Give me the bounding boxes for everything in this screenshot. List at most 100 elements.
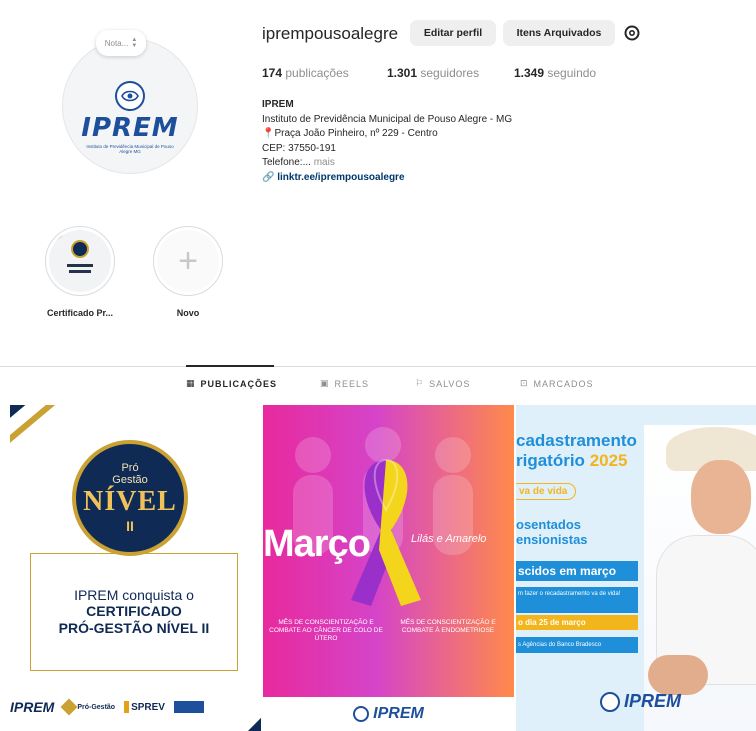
note-placeholder: Nota... bbox=[104, 38, 129, 48]
post-subheadline-line: ensionistas bbox=[516, 532, 588, 547]
post-footer-logo: IPREM bbox=[600, 691, 681, 712]
archived-items-button[interactable]: Itens Arquivados bbox=[503, 20, 615, 46]
post-caption-endometriose: MÊS DE CONSCIENTIZAÇÃO E COMBATE À ENDOM… bbox=[400, 619, 496, 634]
bookmark-icon: ⚐ bbox=[415, 378, 425, 388]
sprev-logo: SPREV bbox=[124, 701, 165, 713]
post-headline: cadastramento bbox=[516, 431, 637, 450]
post-subheadline-line: osentados bbox=[516, 517, 582, 532]
following-count: 1.349 bbox=[514, 66, 545, 80]
highlight-ring: + bbox=[153, 226, 223, 296]
pin-icon: 📍 bbox=[262, 128, 275, 139]
post-headline-year: 2025 bbox=[589, 451, 628, 470]
highlight-ring bbox=[45, 226, 115, 296]
hand-shape bbox=[648, 655, 708, 695]
decor-stripe bbox=[10, 405, 72, 450]
tab-saved[interactable]: ⚐ SALVOS bbox=[415, 378, 470, 389]
gov-logo bbox=[173, 701, 204, 713]
post-date-banner: o dia 25 de março bbox=[516, 615, 638, 630]
tab-label: SALVOS bbox=[429, 378, 471, 389]
post-caption-cancer: MÊS DE CONSCIENTIZAÇÃO E COMBATE AO CÂNC… bbox=[269, 619, 383, 642]
tagged-icon: ⊡ bbox=[520, 378, 529, 388]
highlight-text-line bbox=[67, 264, 93, 267]
post-marco-lilas-amarelo[interactable]: Março Lilás e Amarelo MÊS DE CONSCIENTIZ… bbox=[263, 405, 514, 731]
active-tab-indicator bbox=[186, 365, 274, 367]
stat-following[interactable]: 1.349 seguindo bbox=[514, 66, 596, 80]
iprem-emblem-icon bbox=[600, 691, 620, 712]
partner-logos: IPREM Pró-Gestão SPREV bbox=[10, 698, 261, 716]
bio-name: IPREM bbox=[262, 99, 294, 110]
badge-small-text: Pró bbox=[121, 462, 139, 474]
post-headline-2: rigatório 2025 bbox=[516, 451, 628, 470]
tab-reels[interactable]: ▣ REELS bbox=[320, 378, 369, 389]
bio-address: Praça João Pinheiro, nº 229 - Centro bbox=[274, 128, 438, 139]
profile-username: iprempousoalegre bbox=[262, 24, 399, 43]
pro-gestao-logo: Pró-Gestão bbox=[60, 698, 116, 716]
tab-tagged[interactable]: ⊡ MARCADOS bbox=[520, 378, 594, 389]
post-pill: va de vida bbox=[516, 483, 577, 500]
pro-gestao-text: Pró-Gestão bbox=[77, 703, 116, 711]
note-bubble[interactable]: Nota... ▲ ▼ bbox=[96, 30, 146, 56]
post-headline-strong: PRÓ-GESTÃO NÍVEL II bbox=[58, 620, 210, 636]
badge-roman-text: II bbox=[126, 518, 134, 534]
bio-link-row[interactable]: 🔗 linktr.ee/iprempousoalegre bbox=[262, 171, 682, 186]
bio-more-link[interactable]: mais bbox=[314, 157, 335, 168]
posts-count: 174 bbox=[262, 66, 283, 80]
tabs-divider bbox=[0, 366, 756, 367]
tab-label: PUBLICAÇÕES bbox=[200, 378, 278, 389]
bio-address-row: 📍Praça João Pinheiro, nº 229 - Centro bbox=[262, 127, 682, 142]
iprem-logo: IPREM bbox=[10, 699, 55, 715]
bio-phone-row: Telefone:... mais bbox=[262, 156, 682, 171]
profile-avatar[interactable]: IPREM Instituto de Previdência Municipal… bbox=[62, 38, 198, 174]
certificate-badge-icon bbox=[71, 240, 89, 258]
edit-profile-button[interactable]: Editar perfil bbox=[410, 20, 496, 46]
post-info-text: m fazer o recadastramento va de vida! bbox=[516, 587, 638, 613]
avatar: IPREM Instituto de Previdência Municipal… bbox=[62, 38, 198, 174]
stat-posts[interactable]: 174 publicações bbox=[262, 66, 349, 80]
bio-cep: CEP: 37550-191 bbox=[262, 142, 336, 154]
stat-followers[interactable]: 1.301 seguidores bbox=[387, 66, 479, 80]
post-headline-box: IPREM conquista o CERTIFICADO PRÓ-GESTÃO… bbox=[30, 553, 238, 671]
highlight-label: Novo bbox=[176, 308, 200, 318]
posts-label: publicações bbox=[285, 66, 349, 80]
highlight-certificado[interactable]: Certificado Pr... bbox=[40, 226, 120, 318]
avatar-logo-text: IPREM bbox=[81, 112, 179, 143]
highlight-text-line bbox=[69, 270, 91, 273]
post-certificado[interactable]: Pró Gestão NÍVEL II IPREM conquista o CE… bbox=[10, 405, 261, 731]
post-footer-logo: IPREM bbox=[263, 697, 514, 731]
post-recadastramento[interactable]: cadastramento rigatório 2025 va de vida … bbox=[516, 405, 756, 731]
post-headline: IPREM conquista o bbox=[74, 587, 194, 603]
grid-icon: ▦ bbox=[186, 378, 196, 388]
post-headline-text: rigatório bbox=[516, 451, 585, 470]
tab-label: MARCADOS bbox=[533, 378, 594, 389]
badge-small-text: Gestão bbox=[112, 474, 148, 486]
face-shape bbox=[691, 460, 751, 534]
bio-phone: Telefone:... bbox=[262, 157, 311, 168]
pro-gestao-badge: Pró Gestão NÍVEL II bbox=[72, 440, 188, 556]
post-location-banner: s Agências do Banco Bradesco bbox=[516, 637, 638, 653]
post-headline-strong: CERTIFICADO bbox=[86, 603, 182, 619]
followers-label: seguidores bbox=[420, 66, 480, 80]
bio-line: Instituto de Previdência Municipal de Po… bbox=[262, 113, 513, 125]
link-icon: 🔗 bbox=[262, 171, 275, 183]
followers-count: 1.301 bbox=[387, 66, 418, 80]
post-subheadline: osentados ensionistas bbox=[516, 517, 588, 547]
highlight-label: Certificado Pr... bbox=[46, 308, 114, 318]
sprev-text: SPREV bbox=[131, 701, 165, 713]
following-label: seguindo bbox=[547, 66, 597, 80]
plus-icon: + bbox=[157, 230, 219, 292]
tab-label: REELS bbox=[334, 378, 370, 389]
highlight-cover bbox=[49, 230, 111, 292]
avatar-logo-subtext: Instituto de Previdência Municipal de Po… bbox=[86, 143, 174, 154]
profile-bio: IPREM Instituto de Previdência Municipal… bbox=[262, 98, 682, 185]
settings-gear-icon[interactable] bbox=[623, 24, 641, 42]
highlight-new[interactable]: + Novo bbox=[148, 226, 228, 318]
sprev-mark-icon bbox=[124, 701, 130, 713]
reels-icon: ▣ bbox=[320, 378, 330, 388]
bio-link: linktr.ee/iprempousoalegre bbox=[277, 171, 405, 183]
iprem-emblem-icon bbox=[115, 80, 145, 111]
post-title-marco: Março bbox=[263, 523, 371, 565]
tab-posts[interactable]: ▦ PUBLICAÇÕES bbox=[186, 378, 277, 389]
pro-gestao-mark-icon bbox=[60, 698, 78, 716]
note-stepper-icon: ▲ ▼ bbox=[131, 37, 138, 49]
badge-level-text: NÍVEL bbox=[83, 486, 177, 517]
